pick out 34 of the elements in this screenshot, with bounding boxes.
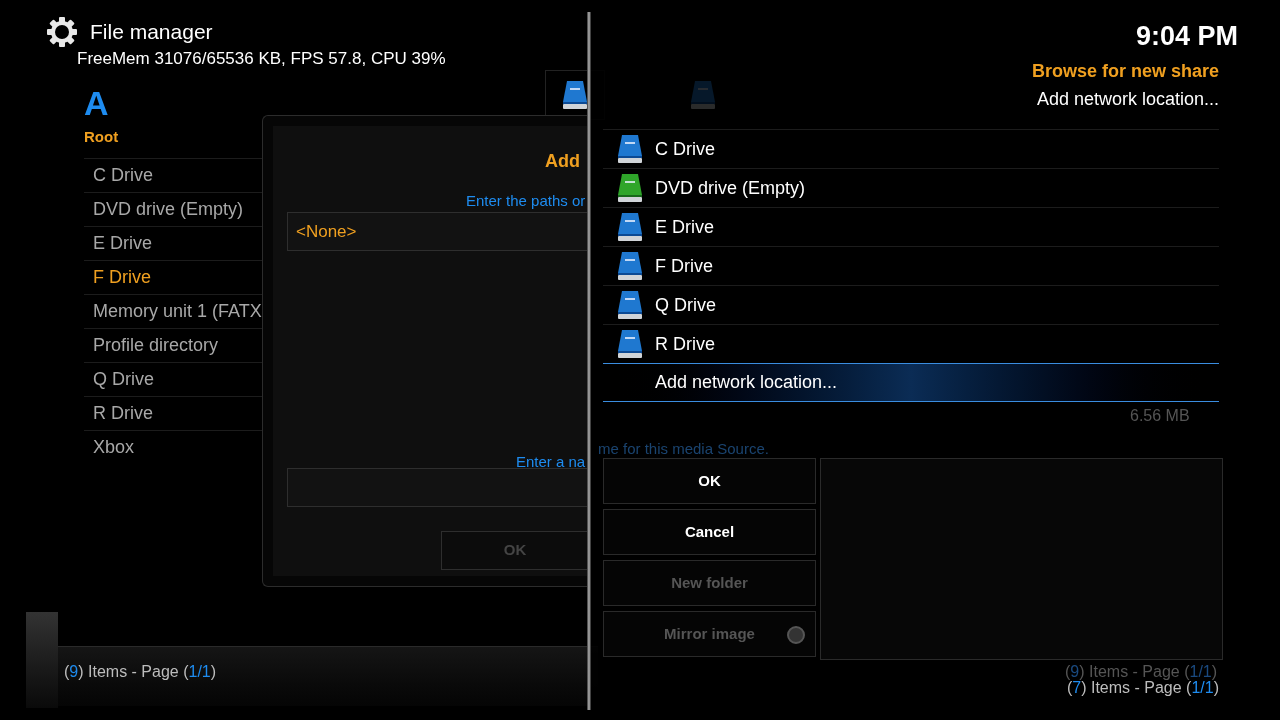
name-field[interactable] [287,468,588,507]
settings-icon [46,16,78,48]
pane-letter: A [84,83,109,124]
dialog-button[interactable]: Cancel [603,509,816,555]
hint-text: me for this media Source. [598,439,769,459]
page-status: (7) Items - Page (1/1) [1066,679,1219,696]
source-list-item[interactable]: DVD drive (Empty) [603,168,1219,207]
page-status: (9) Items - Page (1/1) [1065,663,1218,680]
disc-drive-icon [617,173,643,203]
source-list-item[interactable]: Q Drive [603,285,1219,324]
path-label: Root [84,127,119,147]
page-status: (9) Items - Page (1/1) [64,663,217,680]
drive-icon [617,290,643,320]
drive-icon [617,251,643,281]
drive-icon [617,212,643,242]
hint-text: Enter a na [516,452,586,472]
drive-icon [562,80,588,110]
hint-text: Enter the paths or [466,191,586,211]
system-info: FreeMem 31076/65536 KB, FPS 57.8, CPU 39% [77,48,446,70]
source-list-item[interactable]: Add network location... [603,363,1219,402]
drive-icon [690,80,716,110]
dialog-subheading: Add network location... [1036,88,1219,111]
window-title: File manager [90,19,213,46]
dialog-button[interactable]: OK [603,458,816,504]
drive-icon [617,134,643,164]
source-list-item[interactable]: C Drive [603,129,1219,168]
dialog-title: Add [545,150,580,173]
source-list-item[interactable]: F Drive [603,246,1219,285]
path-field[interactable]: <None> [287,212,588,251]
dialog-heading: Browse for new share [1031,60,1219,83]
background-text: 6.56 MB [1130,406,1190,426]
drive-icon [617,329,643,359]
source-list-item[interactable]: E Drive [603,207,1219,246]
clock: 9:04 PM [1135,20,1238,53]
